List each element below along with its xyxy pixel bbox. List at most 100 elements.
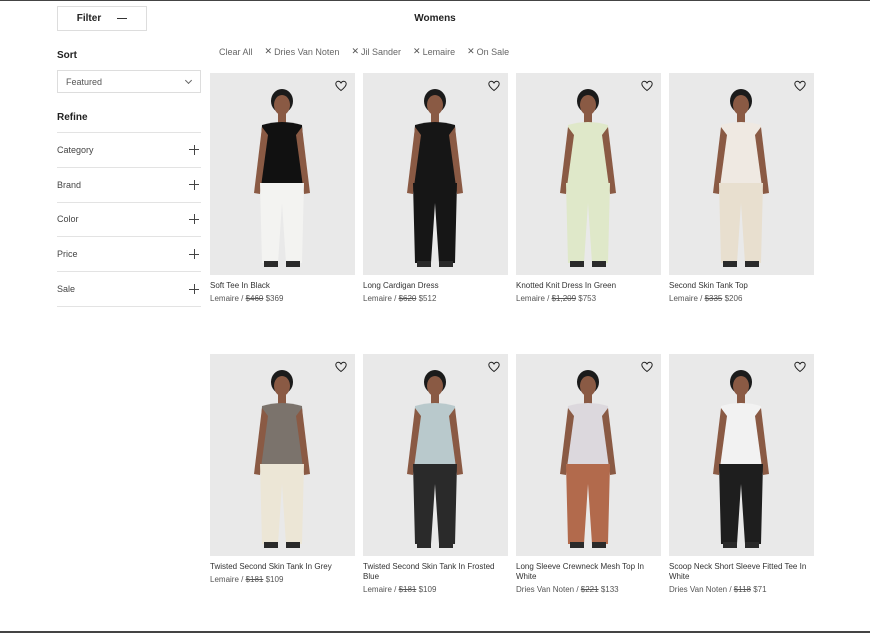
product-brand: Dries Van Noten bbox=[516, 585, 575, 594]
product-brand: Lemaire bbox=[210, 575, 239, 584]
product-brand: Dries Van Noten bbox=[669, 585, 728, 594]
heart-icon[interactable] bbox=[488, 80, 500, 92]
sale-price: $71 bbox=[753, 585, 767, 594]
product-image[interactable] bbox=[363, 73, 508, 275]
model-figure bbox=[713, 370, 769, 548]
plus-icon bbox=[189, 249, 199, 260]
top-border bbox=[0, 0, 870, 1]
model-figure bbox=[560, 370, 616, 548]
product-brand: Lemaire bbox=[363, 585, 392, 594]
product-name[interactable]: Long Cardigan Dress bbox=[363, 281, 508, 291]
filter-chip-jil-sander[interactable]: ✕ Jil Sander bbox=[351, 46, 401, 57]
sale-price: $206 bbox=[724, 294, 743, 303]
product-meta: Lemaire / $620 $512 bbox=[363, 294, 437, 303]
sale-price: $369 bbox=[265, 294, 284, 303]
product-card[interactable]: Second Skin Tank Top Lemaire / $335 $206 bbox=[669, 73, 814, 304]
refine-item-color[interactable]: Color bbox=[57, 203, 201, 238]
original-price: $1,209 bbox=[551, 294, 577, 303]
product-meta: Lemaire / $1,209 $753 bbox=[516, 294, 597, 303]
product-image[interactable] bbox=[669, 73, 814, 275]
product-name[interactable]: Long Sleeve Crewneck Mesh Top In White bbox=[516, 562, 661, 582]
heart-icon[interactable] bbox=[641, 361, 653, 373]
product-card[interactable]: Knotted Knit Dress In Green Lemaire / $1… bbox=[516, 73, 661, 304]
sale-price: $109 bbox=[265, 575, 284, 584]
heart-icon[interactable] bbox=[641, 80, 653, 92]
product-image[interactable] bbox=[210, 354, 355, 556]
close-icon: ✕ bbox=[413, 46, 421, 56]
product-brand: Lemaire bbox=[516, 294, 545, 303]
heart-icon[interactable] bbox=[488, 361, 500, 373]
filter-chip-on-sale[interactable]: ✕ On Sale bbox=[467, 46, 509, 57]
product-image[interactable] bbox=[363, 354, 508, 556]
refine-item-label: Category bbox=[57, 144, 94, 155]
product-image[interactable] bbox=[516, 354, 661, 556]
close-icon: ✕ bbox=[467, 46, 475, 56]
model-figure bbox=[560, 89, 616, 267]
product-card[interactable]: Long Cardigan Dress Lemaire / $620 $512 bbox=[363, 73, 508, 304]
heart-icon[interactable] bbox=[335, 80, 347, 92]
plus-icon bbox=[189, 214, 199, 225]
close-icon: ✕ bbox=[264, 46, 273, 56]
refine-item-label: Color bbox=[57, 214, 79, 225]
clear-all-link[interactable]: Clear All bbox=[219, 46, 253, 57]
product-card[interactable]: Twisted Second Skin Tank In Frosted Blue… bbox=[363, 354, 508, 595]
refine-item-price[interactable]: Price bbox=[57, 237, 201, 273]
product-image[interactable] bbox=[669, 354, 814, 556]
sale-price: $109 bbox=[418, 585, 437, 594]
filter-chip-label: Lemaire bbox=[422, 46, 456, 57]
original-price: $181 bbox=[245, 575, 264, 584]
chevron-down-icon bbox=[184, 76, 193, 84]
filter-chip-label: On Sale bbox=[476, 46, 510, 57]
filter-chip-dries-van-noten[interactable]: ✕ Dries Van Noten bbox=[265, 46, 340, 57]
product-card[interactable]: Soft Tee In Black Lemaire / $460 $369 bbox=[210, 73, 355, 304]
plus-icon bbox=[189, 179, 199, 190]
refine-item-label: Sale bbox=[57, 284, 76, 295]
product-meta: Lemaire / $181 $109 bbox=[210, 575, 284, 584]
product-card[interactable]: Scoop Neck Short Sleeve Fitted Tee In Wh… bbox=[669, 354, 814, 595]
page-title: Womens bbox=[414, 13, 456, 24]
plus-icon bbox=[189, 144, 199, 155]
product-brand: Lemaire bbox=[363, 294, 392, 303]
product-name[interactable]: Second Skin Tank Top bbox=[669, 281, 814, 291]
active-filters: Clear All ✕ Dries Van Noten ✕ Jil Sander ✕… bbox=[219, 46, 509, 57]
heart-icon[interactable] bbox=[794, 361, 806, 373]
sort-heading: Sort bbox=[57, 50, 77, 61]
sale-price: $512 bbox=[418, 294, 437, 303]
product-image[interactable] bbox=[210, 73, 355, 275]
original-price: $221 bbox=[580, 585, 599, 594]
filter-chip-label: Dries Van Noten bbox=[274, 46, 340, 57]
model-figure bbox=[254, 370, 310, 548]
model-figure bbox=[407, 89, 463, 267]
original-price: $460 bbox=[245, 294, 264, 303]
plus-icon bbox=[189, 284, 199, 295]
refine-item-label: Price bbox=[57, 249, 78, 260]
sort-selected-value: Featured bbox=[66, 76, 103, 87]
product-meta: Lemaire / $460 $369 bbox=[210, 294, 284, 303]
product-meta: Lemaire / $181 $109 bbox=[363, 585, 437, 594]
product-card[interactable]: Long Sleeve Crewneck Mesh Top In White D… bbox=[516, 354, 661, 595]
refine-item-sale[interactable]: Sale bbox=[57, 272, 201, 307]
refine-item-brand[interactable]: Brand bbox=[57, 168, 201, 203]
refine-list: Category Brand Color Price Sale bbox=[57, 132, 201, 307]
product-meta: Dries Van Noten / $118 $71 bbox=[669, 585, 767, 594]
refine-item-category[interactable]: Category bbox=[57, 133, 201, 168]
product-name[interactable]: Knotted Knit Dress In Green bbox=[516, 281, 661, 291]
model-figure bbox=[254, 89, 310, 267]
product-meta: Dries Van Noten / $221 $133 bbox=[516, 585, 619, 594]
product-name[interactable]: Soft Tee In Black bbox=[210, 281, 355, 291]
heart-icon[interactable] bbox=[335, 361, 347, 373]
filter-chip-lemaire[interactable]: ✕ Lemaire bbox=[413, 46, 455, 57]
product-name[interactable]: Twisted Second Skin Tank In Grey bbox=[210, 562, 355, 572]
sort-select[interactable]: Featured bbox=[57, 70, 201, 93]
product-name[interactable]: Scoop Neck Short Sleeve Fitted Tee In Wh… bbox=[669, 562, 814, 582]
model-figure bbox=[407, 370, 463, 548]
product-card[interactable]: Twisted Second Skin Tank In Grey Lemaire… bbox=[210, 354, 355, 585]
refine-item-label: Brand bbox=[57, 179, 82, 190]
filter-chip-label: Jil Sander bbox=[360, 46, 402, 57]
model-figure bbox=[713, 89, 769, 267]
product-image[interactable] bbox=[516, 73, 661, 275]
sale-price: $753 bbox=[578, 294, 597, 303]
product-brand: Lemaire bbox=[669, 294, 698, 303]
heart-icon[interactable] bbox=[794, 80, 806, 92]
product-name[interactable]: Twisted Second Skin Tank In Frosted Blue bbox=[363, 562, 508, 582]
